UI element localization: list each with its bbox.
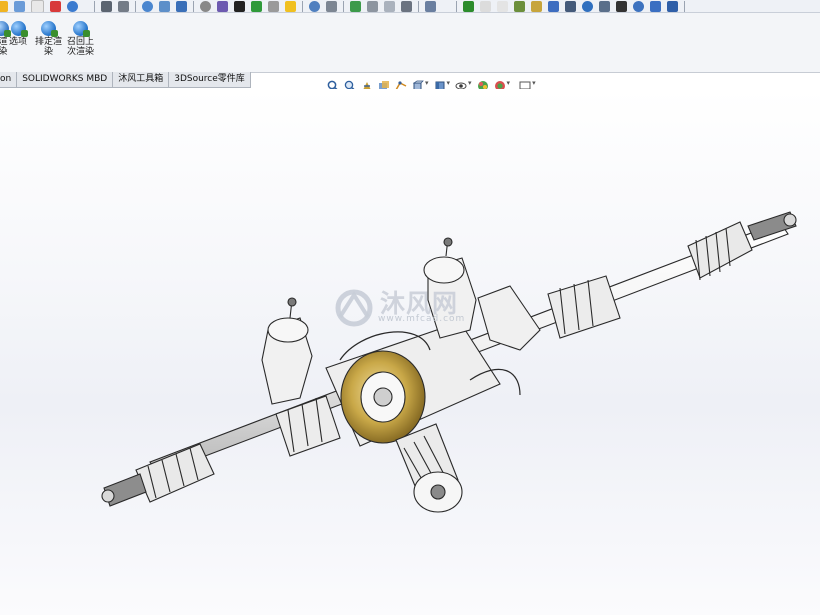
tab-mufeng-toolbox[interactable]: 沐风工具箱 xyxy=(112,72,170,88)
dimension-icon[interactable] xyxy=(118,0,129,12)
document-icon[interactable] xyxy=(480,0,491,12)
command-manager: 渲 染 选项 排定渲 染 召回上 次渲染 xyxy=(0,13,820,73)
search-icon[interactable] xyxy=(309,0,320,12)
heads-up-view-toolbar: ▾ ▾ ▾ ▾ ▾ xyxy=(327,76,536,92)
tab-partial[interactable]: on xyxy=(0,72,18,88)
schedule-icon[interactable] xyxy=(650,0,661,12)
zoom-to-fit-icon[interactable] xyxy=(327,77,339,92)
drive-axle-assembly-model xyxy=(101,211,797,513)
options-button-label: 选项 xyxy=(9,37,28,47)
page-icon[interactable] xyxy=(497,0,508,12)
chevron-down-icon[interactable]: ▾ xyxy=(532,79,536,87)
toolbar-separator xyxy=(456,0,457,12)
tab-solidworks-mbd[interactable]: SOLIDWORKS MBD xyxy=(16,72,114,88)
graphics-area[interactable]: 沐风网 www.mfcad.com xyxy=(0,89,820,615)
hidden-icon[interactable] xyxy=(31,0,44,12)
hide-show-items-icon[interactable] xyxy=(455,77,467,90)
render-icon xyxy=(0,21,11,37)
render-icon[interactable] xyxy=(463,0,474,12)
schedule-render-label: 排定渲 染 xyxy=(35,37,63,57)
dynamic-annotation-icon[interactable] xyxy=(395,77,407,91)
display-style-icon[interactable] xyxy=(434,77,446,92)
drawing-icon[interactable] xyxy=(326,0,337,12)
mate-icon[interactable] xyxy=(234,0,245,12)
toolbar-separator xyxy=(302,0,303,12)
chevron-down-icon[interactable]: ▾ xyxy=(425,79,429,87)
toolbar-separator xyxy=(135,0,136,12)
tab-3dsource[interactable]: 3DSource零件库 xyxy=(168,72,251,88)
open-icon[interactable] xyxy=(0,0,8,12)
watermark: 沐风网 www.mfcad.com xyxy=(330,287,490,329)
print-icon[interactable] xyxy=(367,0,378,12)
plus-icon[interactable] xyxy=(285,0,296,12)
view-icon[interactable] xyxy=(14,0,25,12)
file-icon[interactable] xyxy=(425,0,436,12)
light-icon[interactable] xyxy=(548,0,559,12)
toolbar-separator xyxy=(343,0,344,12)
options-icon[interactable] xyxy=(633,0,644,12)
toolbar-separator xyxy=(193,0,194,12)
links-icon[interactable] xyxy=(616,0,627,12)
recall-last-render-button[interactable]: 召回上 次渲染 xyxy=(67,21,94,57)
recall-last-render-label: 召回上 次渲染 xyxy=(67,37,95,57)
chevron-down-icon[interactable]: ▾ xyxy=(447,79,451,87)
options-button[interactable]: 选项 xyxy=(9,21,28,47)
view-orientation-icon[interactable] xyxy=(412,77,424,91)
schedule-render-icon xyxy=(41,21,58,37)
schedule-render-button[interactable]: 排定渲 染 xyxy=(35,21,62,57)
copy-icon[interactable] xyxy=(350,0,361,12)
section-view-icon[interactable] xyxy=(378,77,390,91)
mass-properties-icon[interactable] xyxy=(159,0,170,12)
view-settings-icon[interactable] xyxy=(519,77,531,91)
chevron-down-icon[interactable]: ▾ xyxy=(468,79,472,87)
watermark-url: www.mfcad.com xyxy=(378,314,466,324)
gear-icon[interactable] xyxy=(200,0,211,12)
section-icon[interactable] xyxy=(176,0,187,12)
save-icon[interactable] xyxy=(401,0,412,12)
mufeng-logo-icon xyxy=(335,289,373,327)
render-button[interactable]: 渲 染 xyxy=(0,21,11,57)
globe-icon[interactable] xyxy=(582,0,593,12)
measure-icon[interactable] xyxy=(142,0,153,12)
recall-icon[interactable] xyxy=(667,0,678,12)
appearance-icon[interactable] xyxy=(50,0,61,12)
top-toolbar xyxy=(0,0,820,13)
texture-icon[interactable] xyxy=(514,0,525,12)
check-icon[interactable] xyxy=(251,0,262,12)
camera-icon[interactable] xyxy=(565,0,576,12)
toolbar-separator xyxy=(684,0,685,12)
decal-icon[interactable] xyxy=(531,0,542,12)
toolbar-separator xyxy=(94,0,95,12)
options-icon xyxy=(10,21,28,37)
edit-appearance-icon[interactable] xyxy=(477,77,489,91)
command-tabs: on SOLIDWORKS MBD 沐风工具箱 3DSource零件库 xyxy=(0,72,251,88)
scene-icon[interactable] xyxy=(67,0,78,12)
toolbar-separator xyxy=(418,0,419,12)
ruler-icon[interactable] xyxy=(268,0,279,12)
sketch-icon[interactable] xyxy=(101,0,112,12)
image-icon[interactable] xyxy=(384,0,395,12)
apply-scene-icon[interactable] xyxy=(494,77,506,91)
render-region-icon[interactable] xyxy=(599,0,610,12)
chevron-down-icon[interactable]: ▾ xyxy=(507,79,511,87)
previous-view-icon[interactable] xyxy=(361,77,373,90)
recall-render-icon xyxy=(73,21,90,37)
zoom-area-icon[interactable] xyxy=(344,77,356,92)
component-icon[interactable] xyxy=(217,0,228,12)
render-button-label: 渲 染 xyxy=(0,37,8,57)
